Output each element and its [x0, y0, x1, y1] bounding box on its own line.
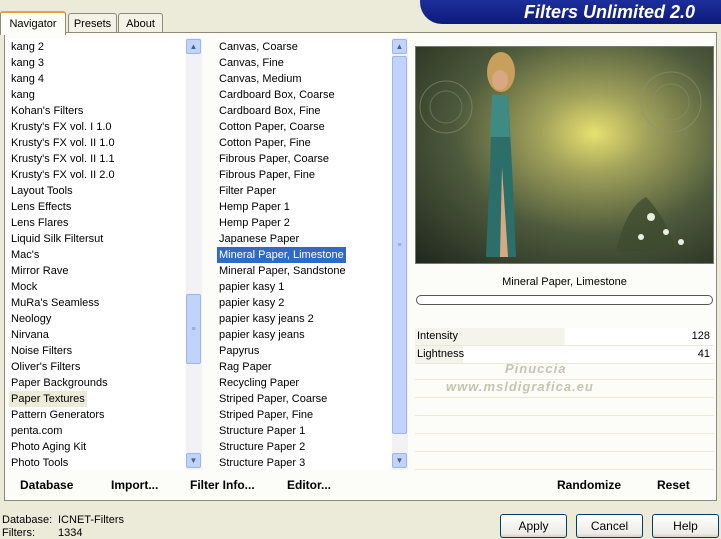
- filter-item[interactable]: Cardboard Box, Fine: [217, 103, 323, 119]
- category-item[interactable]: penta.com: [9, 423, 64, 439]
- param-name: Intensity: [417, 330, 458, 342]
- filter-list[interactable]: Canvas, Coarse Canvas, Fine Canvas, Medium…: [217, 38, 391, 470]
- database-button[interactable]: Database: [20, 478, 73, 492]
- filter-item[interactable]: Cotton Paper, Coarse: [217, 119, 327, 135]
- watermark-site: www.msldigrafica.eu: [446, 379, 594, 394]
- category-item[interactable]: kang 2: [9, 39, 46, 55]
- filter-item[interactable]: Structure Paper 3: [217, 455, 307, 470]
- filter-item[interactable]: papier kasy 2: [217, 295, 286, 311]
- tab-presets[interactable]: Presets: [68, 13, 117, 33]
- scroll-down-icon[interactable]: ▼: [392, 453, 407, 468]
- category-item[interactable]: kang: [9, 87, 37, 103]
- category-item[interactable]: Mac's: [9, 247, 41, 263]
- filters-label: Filters:: [2, 527, 35, 539]
- filter-item[interactable]: Striped Paper, Coarse: [217, 391, 329, 407]
- filter-item[interactable]: Papyrus: [217, 343, 261, 359]
- category-item[interactable]: Nirvana: [9, 327, 51, 343]
- filter-item[interactable]: Canvas, Medium: [217, 71, 304, 87]
- filter-item[interactable]: Structure Paper 2: [217, 439, 307, 455]
- filter-item[interactable]: Mineral Paper, Limestone: [217, 246, 347, 264]
- database-label: Database:: [2, 514, 53, 526]
- filter-item[interactable]: papier kasy 1: [217, 279, 286, 295]
- category-item[interactable]: kang 4: [9, 71, 46, 87]
- category-scrollbar[interactable]: ▲ ≡ ▼: [186, 38, 202, 470]
- param-value: 41: [697, 348, 710, 360]
- filter-item[interactable]: Cotton Paper, Fine: [217, 135, 313, 151]
- tab-navigator[interactable]: Navigator: [0, 11, 66, 35]
- filter-item[interactable]: Fibrous Paper, Fine: [217, 167, 317, 183]
- apply-button[interactable]: Apply: [500, 514, 567, 538]
- filter-item[interactable]: Mineral Paper, Sandstone: [217, 263, 348, 279]
- category-item[interactable]: Lens Effects: [9, 199, 73, 215]
- filter-item[interactable]: Recycling Paper: [217, 375, 301, 391]
- filter-item[interactable]: Cardboard Box, Coarse: [217, 87, 337, 103]
- param-value: 128: [691, 330, 710, 342]
- watermark-name: Pinuccia: [505, 361, 567, 376]
- filter-item[interactable]: Fibrous Paper, Coarse: [217, 151, 331, 167]
- filter-item[interactable]: Hemp Paper 2: [217, 215, 292, 231]
- import-button[interactable]: Import...: [111, 478, 158, 492]
- category-item[interactable]: Krusty's FX vol. II 1.0: [9, 135, 117, 151]
- category-item[interactable]: Krusty's FX vol. II 2.0: [9, 167, 117, 183]
- tab-about[interactable]: About: [118, 13, 163, 33]
- filter-item[interactable]: Canvas, Fine: [217, 55, 286, 71]
- category-item[interactable]: Pattern Generators: [9, 407, 107, 423]
- filters-count: 1334: [58, 527, 83, 539]
- progress-bar: [416, 295, 713, 305]
- randomize-button[interactable]: Randomize: [557, 478, 621, 492]
- category-item[interactable]: Noise Filters: [9, 343, 74, 359]
- category-list[interactable]: kang 2 kang 3 kang 4 kang Kohan's Filters Kru…: [9, 38, 185, 470]
- filter-item[interactable]: Hemp Paper 1: [217, 199, 292, 215]
- category-item[interactable]: Kohan's Filters: [9, 103, 85, 119]
- filter-item[interactable]: Structure Paper 1: [217, 423, 307, 439]
- scroll-thumb[interactable]: ≡: [392, 56, 407, 434]
- category-item[interactable]: Neology: [9, 311, 53, 327]
- category-item[interactable]: Paper Backgrounds: [9, 375, 110, 391]
- help-button[interactable]: Help: [652, 514, 719, 538]
- category-item[interactable]: Paper Textures: [9, 391, 87, 407]
- filter-item[interactable]: papier kasy jeans 2: [217, 311, 316, 327]
- filter-scrollbar[interactable]: ▲ ≡ ▼: [392, 38, 408, 470]
- scroll-thumb[interactable]: ≡: [186, 294, 201, 364]
- scroll-up-icon[interactable]: ▲: [392, 39, 407, 54]
- category-item[interactable]: MuRa's Seamless: [9, 295, 101, 311]
- cancel-button[interactable]: Cancel: [576, 514, 643, 538]
- filter-info-button[interactable]: Filter Info...: [190, 478, 255, 492]
- filter-item[interactable]: Striped Paper, Fine: [217, 407, 315, 423]
- reset-button[interactable]: Reset: [657, 478, 690, 492]
- scroll-down-icon[interactable]: ▼: [186, 453, 201, 468]
- filter-item[interactable]: Canvas, Coarse: [217, 39, 300, 55]
- filter-item[interactable]: Filter Paper: [217, 183, 278, 199]
- scroll-up-icon[interactable]: ▲: [186, 39, 201, 54]
- database-value: ICNET-Filters: [58, 514, 124, 526]
- category-item[interactable]: Liquid Silk Filtersut: [9, 231, 105, 247]
- category-item[interactable]: Photo Aging Kit: [9, 439, 88, 455]
- param-name: Lightness: [417, 348, 465, 360]
- category-item[interactable]: Photo Tools: [9, 455, 70, 470]
- window-title: Filters Unlimited 2.0: [420, 0, 721, 24]
- param-slider-0[interactable]: Intensity 128: [415, 328, 714, 346]
- editor-button[interactable]: Editor...: [287, 478, 331, 492]
- preview-filter-name: Mineral Paper, Limestone: [502, 276, 627, 288]
- category-item[interactable]: Mock: [9, 279, 39, 295]
- filter-item[interactable]: Japanese Paper: [217, 231, 301, 247]
- category-item[interactable]: Mirror Rave: [9, 263, 70, 279]
- category-item[interactable]: Lens Flares: [9, 215, 70, 231]
- category-item[interactable]: Layout Tools: [9, 183, 75, 199]
- preview-image: [415, 46, 714, 264]
- category-item[interactable]: Krusty's FX vol. II 1.1: [9, 151, 117, 167]
- filter-item[interactable]: papier kasy jeans: [217, 327, 307, 343]
- filter-item[interactable]: Rag Paper: [217, 359, 274, 375]
- category-item[interactable]: Krusty's FX vol. I 1.0: [9, 119, 114, 135]
- category-item[interactable]: kang 3: [9, 55, 46, 71]
- category-item[interactable]: Oliver's Filters: [9, 359, 82, 375]
